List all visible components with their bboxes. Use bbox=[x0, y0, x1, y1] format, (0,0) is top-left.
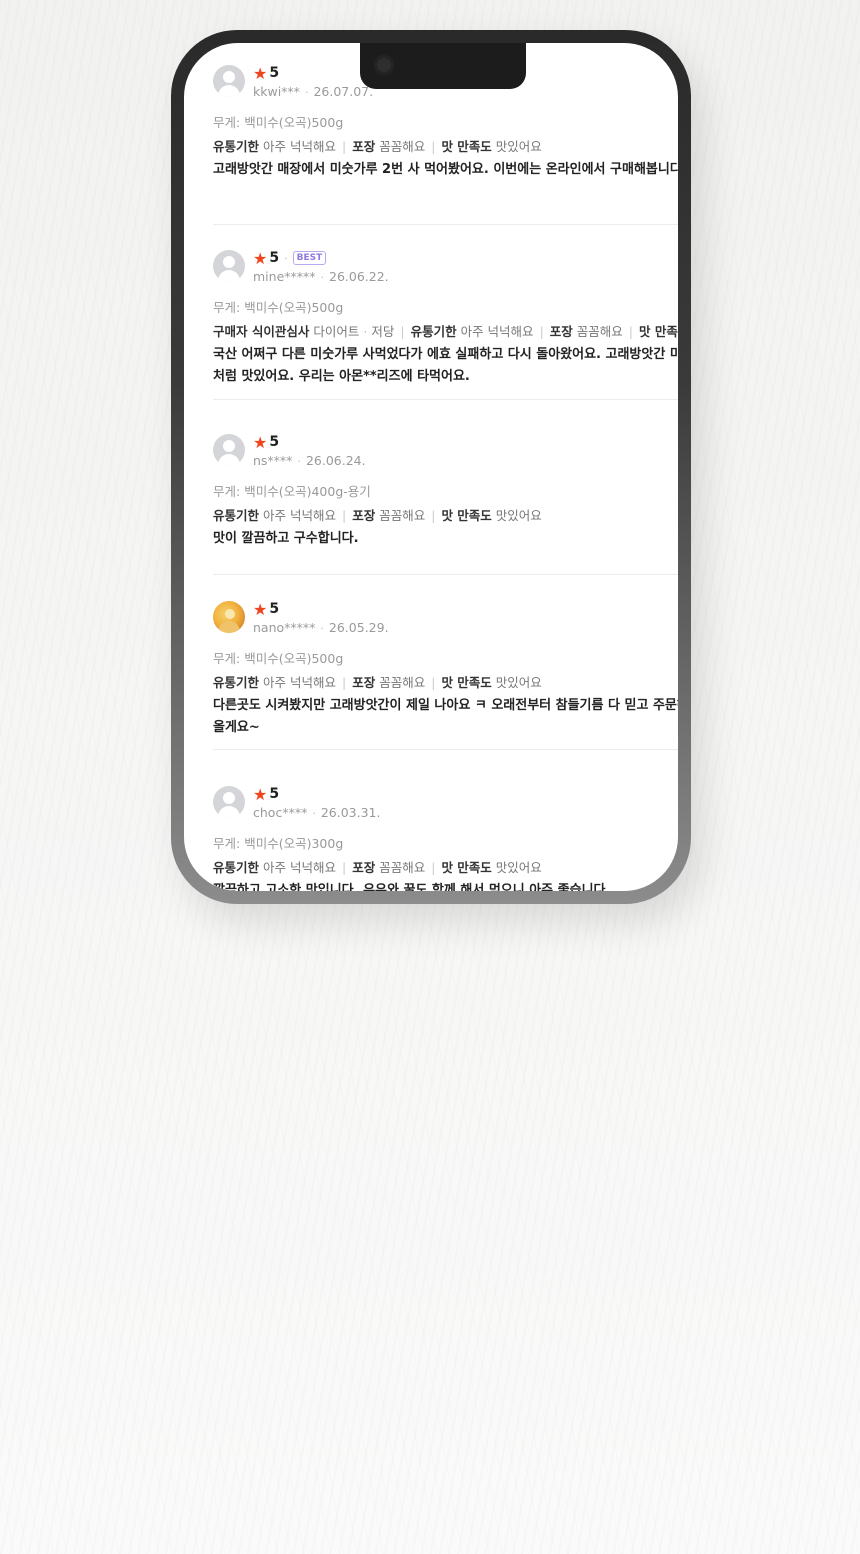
star-icon: ★ bbox=[253, 63, 268, 83]
rating: ★ 5 · BEST bbox=[253, 248, 389, 268]
review-header: ★ 5 nano***** · 26.05.29. bbox=[213, 599, 678, 647]
rating: ★ 5 bbox=[253, 784, 380, 804]
rating-value: 5 bbox=[269, 65, 280, 81]
product-option: 무게: 백미수(오곡)500g bbox=[213, 651, 344, 666]
user-line: choc**** · 26.03.31. bbox=[253, 805, 381, 820]
review-tags: 구매자 식이관심사 다이어트 · 저당 | 유통기한 아주 넉넉해요 | 포장 꼼꼼해요 | 맛… bbox=[213, 324, 678, 339]
review-header: ★ 5 ns**** · 26.06.24. bbox=[213, 432, 678, 480]
review-text[interactable]: 맛이 깔끔하고 구수합니다. bbox=[213, 528, 678, 550]
avatar bbox=[213, 250, 245, 282]
review-meta: ★ 5 choc**** · 26.03.31. bbox=[253, 784, 380, 822]
phone-screen: ★ 5 kkwi*** · 26.07.07. 무게: 백미수(오곡)500g 유통… bbox=[184, 43, 678, 891]
user-silhouette-icon bbox=[223, 256, 235, 268]
star-icon: ★ bbox=[253, 248, 268, 268]
rating-value: 5 bbox=[269, 601, 280, 617]
review-text[interactable]: 고래방앗간 매장에서 미숫가루 2번 사 먹어봤어요. 이번에는 온라인에서 구… bbox=[213, 159, 678, 181]
user-silhouette-icon bbox=[223, 71, 235, 83]
review-meta: ★ 5 nano***** · 26.05.29. bbox=[253, 599, 389, 637]
user-id: mine***** bbox=[253, 269, 316, 284]
review-text[interactable]: 국산 어쩌구 다른 미숫가루 사먹었다가 에효 실패하고 다시 돌아왔어요. 고… bbox=[213, 344, 678, 388]
user-line: kkwi*** · 26.07.07. bbox=[253, 84, 374, 99]
product-option: 무게: 백미수(오곡)300g bbox=[213, 836, 344, 851]
review-item: ★ 5 choc**** · 26.03.31. 무게: 백미수(오곡)300g 유… bbox=[213, 750, 678, 891]
review-item: ★ 5 · BEST mine***** · 26.06.22. 무게: 백미수(오… bbox=[213, 225, 678, 399]
review-tags: 유통기한 아주 넉넉해요 | 포장 꼼꼼해요 | 맛 만족도 맛있어요 bbox=[213, 675, 542, 690]
phone-notch bbox=[360, 43, 526, 89]
review-item: ★ 5 ns**** · 26.06.24. 무게: 백미수(오곡)400g-용기 … bbox=[213, 400, 678, 574]
review-tags: 유통기한 아주 넉넉해요 | 포장 꼼꼼해요 | 맛 만족도 맛있어요 bbox=[213, 860, 542, 875]
review-text[interactable]: 깔끔하고 고소한 맛입니다. 우유와 꿀도 함께 해서 먹으니 아주 좋습니다. bbox=[213, 880, 678, 891]
star-icon: ★ bbox=[253, 432, 268, 452]
user-id: choc**** bbox=[253, 805, 308, 820]
review-item: ★ 5 nano***** · 26.05.29. 무게: 백미수(오곡)500g … bbox=[213, 575, 678, 749]
star-icon: ★ bbox=[253, 784, 268, 804]
review-date: 26.05.29. bbox=[328, 620, 389, 635]
review-date: 26.03.31. bbox=[320, 805, 381, 820]
user-photo-icon bbox=[225, 609, 235, 619]
phone-frame: ★ 5 kkwi*** · 26.07.07. 무게: 백미수(오곡)500g 유통… bbox=[171, 30, 691, 904]
avatar bbox=[213, 65, 245, 97]
rating-value: 5 bbox=[269, 250, 280, 266]
user-silhouette-icon bbox=[223, 792, 235, 804]
avatar bbox=[213, 601, 245, 633]
product-option: 무게: 백미수(오곡)400g-용기 bbox=[213, 484, 371, 499]
best-badge: BEST bbox=[292, 251, 327, 265]
user-line: mine***** · 26.06.22. bbox=[253, 269, 389, 284]
avatar bbox=[213, 434, 245, 466]
user-line: nano***** · 26.05.29. bbox=[253, 620, 389, 635]
star-icon: ★ bbox=[253, 599, 268, 619]
rating-value: 5 bbox=[269, 786, 280, 802]
front-camera-icon bbox=[374, 55, 394, 75]
user-id: kkwi*** bbox=[253, 84, 300, 99]
product-option: 무게: 백미수(오곡)500g bbox=[213, 300, 344, 315]
review-date: 26.06.22. bbox=[329, 269, 389, 284]
user-id: ns**** bbox=[253, 453, 293, 468]
product-option: 무게: 백미수(오곡)500g bbox=[213, 115, 344, 130]
rating: ★ 5 bbox=[253, 432, 366, 452]
avatar bbox=[213, 786, 245, 818]
review-header: ★ 5 · BEST mine***** · 26.06.22. bbox=[213, 248, 678, 296]
review-header: ★ 5 choc**** · 26.03.31. bbox=[213, 784, 678, 832]
review-meta: ★ 5 ns**** · 26.06.24. bbox=[253, 432, 366, 470]
user-id: nano***** bbox=[253, 620, 316, 635]
review-list: ★ 5 kkwi*** · 26.07.07. 무게: 백미수(오곡)500g 유통… bbox=[213, 63, 678, 891]
rating-value: 5 bbox=[269, 434, 280, 450]
review-date: 26.07.07. bbox=[313, 84, 374, 99]
review-meta: ★ 5 · BEST mine***** · 26.06.22. bbox=[253, 248, 389, 286]
rating: ★ 5 bbox=[253, 599, 389, 619]
rating: ★ 5 bbox=[253, 63, 373, 83]
review-date: 26.06.24. bbox=[305, 453, 366, 468]
review-tags: 유통기한 아주 넉넉해요 | 포장 꼼꼼해요 | 맛 만족도 맛있어요 bbox=[213, 508, 542, 523]
review-meta: ★ 5 kkwi*** · 26.07.07. bbox=[253, 63, 373, 101]
review-tags: 유통기한 아주 넉넉해요 | 포장 꼼꼼해요 | 맛 만족도 맛있어요 bbox=[213, 139, 542, 154]
user-silhouette-icon bbox=[223, 440, 235, 452]
user-line: ns**** · 26.06.24. bbox=[253, 453, 366, 468]
review-text[interactable]: 다른곳도 시켜봤지만 고래방앗간이 제일 나아요 ㅋ 오래전부터 참들기름 다 … bbox=[213, 695, 678, 739]
